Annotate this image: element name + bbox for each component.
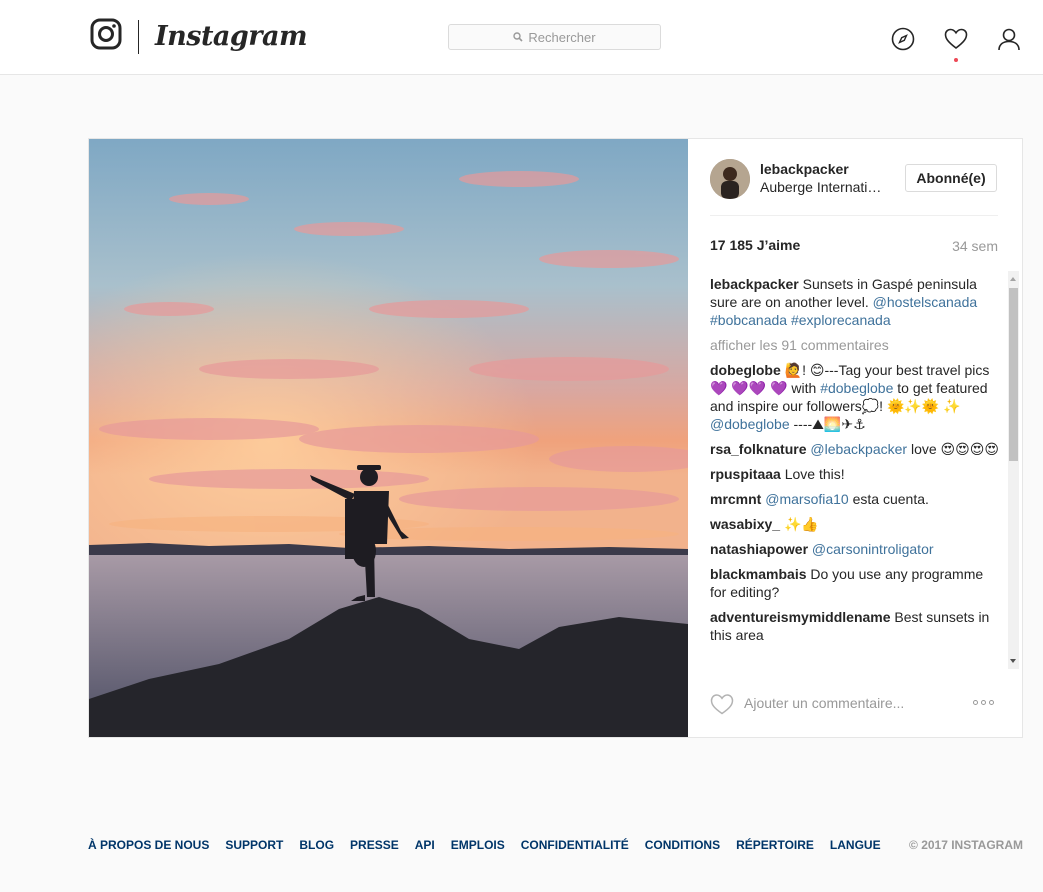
footer-link[interactable]: BLOG <box>299 838 334 852</box>
footer-link[interactable]: CONFIDENTIALITÉ <box>521 838 629 852</box>
comment-text: ✨👍 <box>780 516 819 532</box>
comment-item: blackmambais Do you use any programme fo… <box>710 565 1000 601</box>
profile-icon[interactable] <box>997 27 1021 51</box>
search-icon <box>513 32 523 42</box>
instagram-wordmark[interactable]: Instagram <box>155 21 308 52</box>
heart-icon[interactable] <box>944 27 968 62</box>
comment-username[interactable]: blackmambais <box>710 566 807 582</box>
search-box[interactable]: Rechercher <box>448 24 661 50</box>
comment-input[interactable] <box>744 695 944 711</box>
instagram-logo-icon[interactable] <box>90 18 122 55</box>
post-location[interactable]: Auberge Internationale <box>760 179 888 195</box>
comment-item: adventureismymiddlename Best sunsets in … <box>710 608 1000 644</box>
copyright: © 2017 INSTAGRAM <box>909 838 1023 852</box>
avatar[interactable] <box>710 159 750 199</box>
footer-link[interactable]: SUPPORT <box>225 838 283 852</box>
post-header: lebackpacker Auberge Internationale Abon… <box>710 159 998 216</box>
comment-username[interactable]: rpuspitaaa <box>710 466 781 482</box>
comment-mention[interactable]: #dobeglobe <box>820 380 893 396</box>
caption: lebackpacker Sunsets in Gaspé peninsula … <box>710 275 1000 329</box>
follow-button[interactable]: Abonné(e) <box>905 164 997 192</box>
footer-link[interactable]: RÉPERTOIRE <box>736 838 814 852</box>
comment-text: Love this! <box>780 466 845 482</box>
post-photo[interactable] <box>89 139 688 737</box>
footer-link[interactable]: EMPLOIS <box>451 838 505 852</box>
scrollbar-thumb[interactable] <box>1009 288 1018 461</box>
comment-username[interactable]: dobeglobe <box>710 362 781 378</box>
footer: À PROPOS DE NOUS SUPPORT BLOG PRESSE API EMPL… <box>88 838 1023 854</box>
like-heart-icon[interactable] <box>710 693 734 720</box>
view-all-comments-link[interactable]: afficher les 91 commentaires <box>710 336 1000 354</box>
add-comment-bar <box>710 671 1000 737</box>
comment-username[interactable]: wasabixy_ <box>710 516 780 532</box>
more-options-icon[interactable] <box>973 700 994 705</box>
comment-text: ----⛰🌅✈⚓ <box>789 416 866 432</box>
comment-username[interactable]: natashiapower <box>710 541 808 557</box>
comment-item: rsa_folknature @lebackpacker love 😍😍😍😍 <box>710 440 1000 458</box>
comment-username[interactable]: rsa_folknature <box>710 441 806 457</box>
comments-scrollbar[interactable] <box>1006 271 1021 669</box>
top-navigation-bar: Instagram Rechercher <box>0 0 1043 75</box>
comment-item: rpuspitaaa Love this! <box>710 465 1000 483</box>
nav-actions <box>891 27 1021 62</box>
comment-text: esta cuenta. <box>848 491 929 507</box>
caption-username[interactable]: lebackpacker <box>710 276 799 292</box>
comment-username[interactable]: mrcmnt <box>710 491 761 507</box>
post-sidebar: lebackpacker Auberge Internationale Abon… <box>688 139 1022 737</box>
comment-mention[interactable]: @carsonintroligator <box>812 541 934 557</box>
search-placeholder[interactable]: Rechercher <box>528 30 595 45</box>
scroll-down-arrow-icon[interactable] <box>1010 659 1016 663</box>
comment-mention[interactable]: @dobeglobe <box>710 416 790 432</box>
footer-link[interactable]: LANGUE <box>830 838 881 852</box>
scroll-up-arrow-icon[interactable] <box>1010 277 1016 281</box>
brand[interactable]: Instagram <box>90 18 308 55</box>
comments-list: lebackpacker Sunsets in Gaspé peninsula … <box>710 275 1000 669</box>
footer-link[interactable]: PRESSE <box>350 838 399 852</box>
comment-item: natashiapower @carsonintroligator <box>710 540 1000 558</box>
comment-mention[interactable]: @marsofia10 <box>765 491 848 507</box>
comment-item: mrcmnt @marsofia10 esta cuenta. <box>710 490 1000 508</box>
footer-links: À PROPOS DE NOUS SUPPORT BLOG PRESSE API EMPL… <box>88 838 1023 852</box>
footer-link[interactable]: CONDITIONS <box>645 838 720 852</box>
compass-icon[interactable] <box>891 27 915 51</box>
footer-link[interactable]: À PROPOS DE NOUS <box>88 838 209 852</box>
comment-item: wasabixy_ ✨👍 <box>710 515 1000 533</box>
comment-entries: dobeglobe 🙋! 😊---Tag your best travel pi… <box>710 361 1000 644</box>
comment-item: dobeglobe 🙋! 😊---Tag your best travel pi… <box>710 361 1000 433</box>
notification-dot <box>954 58 958 62</box>
post-card: lebackpacker Auberge Internationale Abon… <box>88 138 1023 738</box>
post-username[interactable]: lebackpacker <box>760 161 849 177</box>
like-count[interactable]: 17 185 J’aime <box>710 237 800 253</box>
brand-divider <box>138 19 139 54</box>
post-age[interactable]: 34 sem <box>952 238 998 254</box>
comment-mention[interactable]: @lebackpacker <box>810 441 907 457</box>
comment-username[interactable]: adventureismymiddlename <box>710 609 891 625</box>
comment-text: love 😍😍😍😍 <box>907 441 999 457</box>
footer-link[interactable]: API <box>415 838 435 852</box>
